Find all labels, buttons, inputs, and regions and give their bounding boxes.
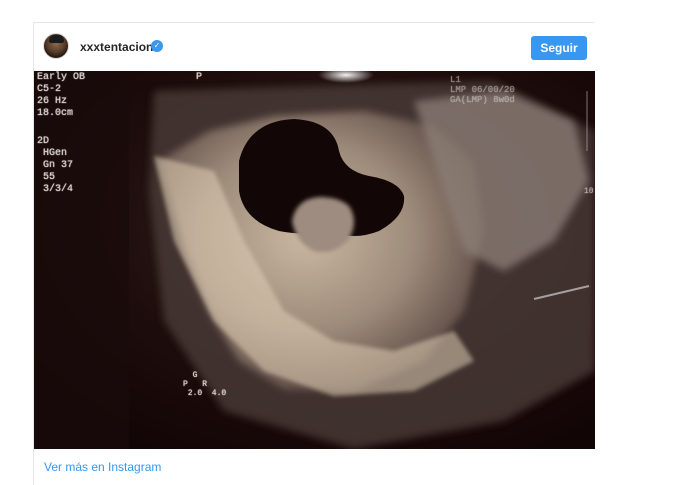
verified-badge-icon: ✓	[151, 40, 163, 52]
scale-indicator: G P R 2.0 4.0	[183, 371, 227, 398]
depth-marker: 10	[584, 187, 594, 196]
post-image[interactable]: Early OB C5-2 26 Hz 18.0cm 2D HGen Gn 37…	[34, 71, 595, 449]
ultrasound-scan	[34, 71, 595, 449]
instagram-embed: xxxtentacion ✓ Seguir Early OB C5-2 26 H…	[33, 22, 595, 485]
view-more-link[interactable]: Ver más en Instagram	[44, 460, 161, 474]
scan-settings-text: Early OB C5-2 26 Hz 18.0cm	[37, 72, 86, 119]
follow-button[interactable]: Seguir	[531, 36, 587, 60]
avatar[interactable]	[43, 33, 69, 59]
scan-mode-text: 2D HGen Gn 37 55 3/3/4	[37, 136, 74, 195]
probe-marker: P	[196, 72, 203, 83]
post-header: xxxtentacion ✓ Seguir	[34, 23, 595, 71]
post-footer: Ver más en Instagram	[34, 449, 595, 485]
username[interactable]: xxxtentacion	[80, 40, 153, 54]
measurement-text: L1 LMP 06/00/20 GA(LMP) 8w0d	[450, 75, 515, 105]
